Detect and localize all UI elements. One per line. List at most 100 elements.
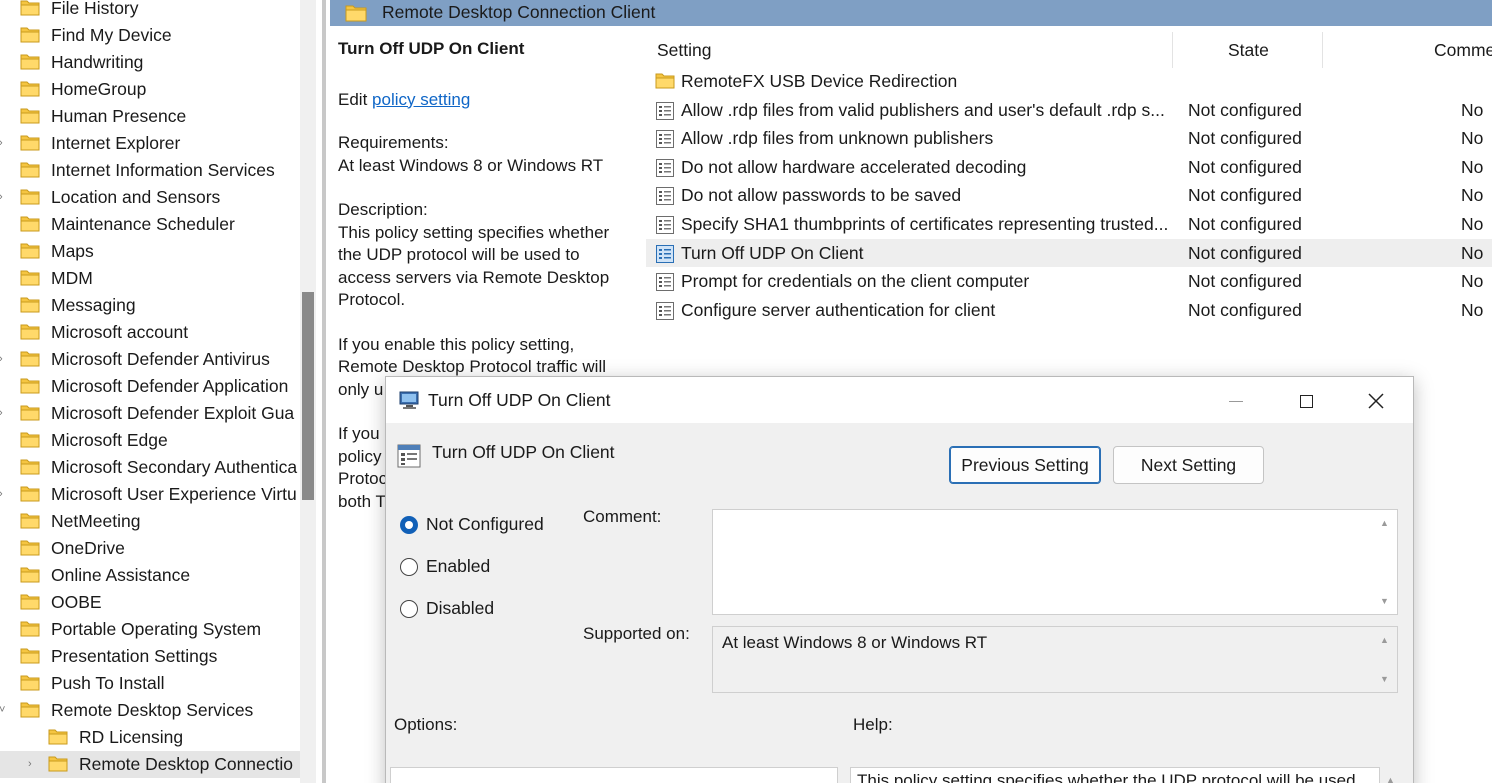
radio-indicator[interactable] <box>400 516 418 534</box>
tree-item[interactable]: RD Licensing <box>0 724 300 751</box>
close-button[interactable] <box>1341 377 1411 423</box>
edit-policy-link[interactable]: policy setting <box>372 90 470 109</box>
tree-item[interactable]: OOBE <box>0 589 300 616</box>
policy-icon <box>655 272 675 297</box>
chevron-down-icon[interactable]: ˅ <box>0 703 9 717</box>
comment-textbox[interactable]: ▲ ▼ <box>712 509 1398 615</box>
scroll-down-icon[interactable]: ▼ <box>1380 674 1389 684</box>
tree-item[interactable] <box>0 778 300 783</box>
list-item-comment: No <box>1461 128 1484 149</box>
tree-item[interactable]: Microsoft account <box>0 319 300 346</box>
folder-icon <box>20 269 40 286</box>
folder-icon <box>20 485 40 502</box>
column-header-comment[interactable]: Comme <box>1434 40 1492 61</box>
minimize-button[interactable] <box>1201 377 1271 423</box>
tree-item-label: Handwriting <box>51 52 144 72</box>
chevron-right-icon[interactable]: › <box>0 136 9 150</box>
tree-item[interactable]: › Microsoft Defender Exploit Gua <box>0 400 300 427</box>
tree-scrollbar[interactable] <box>300 0 316 783</box>
tree-item[interactable]: › Internet Explorer <box>0 130 300 157</box>
folder-icon <box>20 0 40 16</box>
tree-item[interactable]: MDM <box>0 265 300 292</box>
folder-icon <box>20 620 40 637</box>
chevron-right-icon[interactable]: › <box>0 352 9 366</box>
list-item[interactable]: Do not allow hardware accelerated decodi… <box>646 153 1492 182</box>
supported-on-box: At least Windows 8 or Windows RT ▲ ▼ <box>712 626 1398 693</box>
folder-icon <box>655 72 675 89</box>
tree-item-label: Microsoft User Experience Virtu <box>51 484 297 504</box>
column-header-setting[interactable]: Setting <box>657 40 711 61</box>
list-item-setting: Turn Off UDP On Client <box>681 242 864 263</box>
folder-icon <box>20 377 40 394</box>
tree-item[interactable]: OneDrive <box>0 535 300 562</box>
scroll-up-icon[interactable]: ▲ <box>1380 635 1389 645</box>
tree-item-label: Microsoft account <box>51 322 189 342</box>
tree-item-label: Remote Desktop Services <box>51 700 254 720</box>
radio-indicator[interactable] <box>400 558 418 576</box>
chevron-right-icon[interactable]: › <box>0 190 9 204</box>
tree-item[interactable]: File History <box>0 0 300 22</box>
radio-label: Not Configured <box>426 514 544 534</box>
list-item[interactable]: Allow .rdp files from valid publishers a… <box>646 96 1492 125</box>
scroll-down-icon[interactable]: ▼ <box>1380 596 1389 606</box>
chevron-right-icon[interactable]: › <box>0 406 9 420</box>
tree-item[interactable]: Microsoft Edge <box>0 427 300 454</box>
tree-item[interactable]: Handwriting <box>0 49 300 76</box>
list-item[interactable]: Allow .rdp files from unknown publishers… <box>646 124 1492 153</box>
tree-item[interactable]: › Microsoft Defender Antivirus <box>0 346 300 373</box>
maximize-button[interactable] <box>1271 377 1341 423</box>
supported-on-label: Supported on: <box>583 624 690 643</box>
tree-item[interactable]: Portable Operating System <box>0 616 300 643</box>
tree-item[interactable]: Find My Device <box>0 22 300 49</box>
tree-item[interactable]: › Location and Sensors <box>0 184 300 211</box>
tree-item[interactable]: Human Presence <box>0 103 300 130</box>
tree-item[interactable]: Presentation Settings <box>0 643 300 670</box>
tree-item[interactable]: › Remote Desktop Connectio <box>0 751 300 778</box>
chevron-right-icon[interactable]: › <box>0 487 9 501</box>
help-text: This policy setting specifies whether th… <box>857 771 1356 783</box>
chevron-right-icon[interactable]: › <box>28 757 38 771</box>
dialog-titlebar[interactable]: Turn Off UDP On Client <box>386 377 1413 423</box>
tree-scrollbar-thumb[interactable] <box>302 292 314 500</box>
tree-item[interactable]: › Microsoft User Experience Virtu <box>0 481 300 508</box>
list-item[interactable]: Turn Off UDP On Client Not configured No <box>646 238 1492 268</box>
tree-item-label: Internet Explorer <box>51 133 181 153</box>
tree-item[interactable]: HomeGroup <box>0 76 300 103</box>
column-divider[interactable] <box>1322 32 1323 68</box>
next-setting-button[interactable]: Next Setting <box>1113 446 1264 484</box>
previous-setting-button[interactable]: Previous Setting <box>949 446 1101 484</box>
scroll-up-icon[interactable]: ▲ <box>1386 775 1395 783</box>
tree-item[interactable]: ˅ Remote Desktop Services <box>0 697 300 724</box>
folder-icon <box>20 26 40 43</box>
column-divider[interactable] <box>1172 32 1173 68</box>
list-item[interactable]: Specify SHA1 thumbprints of certificates… <box>646 210 1492 239</box>
list-item[interactable]: Configure server authentication for clie… <box>646 296 1492 325</box>
tree-item[interactable]: Maintenance Scheduler <box>0 211 300 238</box>
tree-item[interactable]: Online Assistance <box>0 562 300 589</box>
navigation-tree: File History Find My Device Handwriting Hom… <box>0 0 318 783</box>
list-header: Setting State Comme <box>646 32 1492 68</box>
description-text: This policy setting specifies whether th… <box>338 222 610 310</box>
tree-item[interactable]: Maps <box>0 238 300 265</box>
tree-item[interactable]: NetMeeting <box>0 508 300 535</box>
tree-item[interactable]: Microsoft Secondary Authentica <box>0 454 300 481</box>
radio-indicator[interactable] <box>400 600 418 618</box>
tree-item-label: Microsoft Defender Antivirus <box>51 349 270 369</box>
list-item[interactable]: Do not allow passwords to be saved Not co… <box>646 181 1492 210</box>
pane-splitter[interactable] <box>322 0 326 783</box>
list-item[interactable]: RemoteFX USB Device Redirection <box>646 67 1492 96</box>
list-item-comment: No <box>1461 242 1484 263</box>
tree-item[interactable]: Microsoft Defender Application <box>0 373 300 400</box>
tree-item[interactable]: Push To Install <box>0 670 300 697</box>
list-item-state: Not configured <box>1188 99 1302 120</box>
folder-icon <box>20 458 40 475</box>
comment-scrollbar[interactable]: ▲ ▼ <box>1373 510 1397 614</box>
folder-icon <box>20 701 40 718</box>
list-item[interactable]: Prompt for credentials on the client com… <box>646 267 1492 296</box>
column-header-state[interactable]: State <box>1228 40 1269 61</box>
tree-item[interactable]: Messaging <box>0 292 300 319</box>
folder-icon <box>20 404 40 421</box>
scroll-up-icon[interactable]: ▲ <box>1380 518 1389 528</box>
supported-scrollbar[interactable]: ▲ ▼ <box>1373 627 1397 692</box>
tree-item[interactable]: Internet Information Services <box>0 157 300 184</box>
